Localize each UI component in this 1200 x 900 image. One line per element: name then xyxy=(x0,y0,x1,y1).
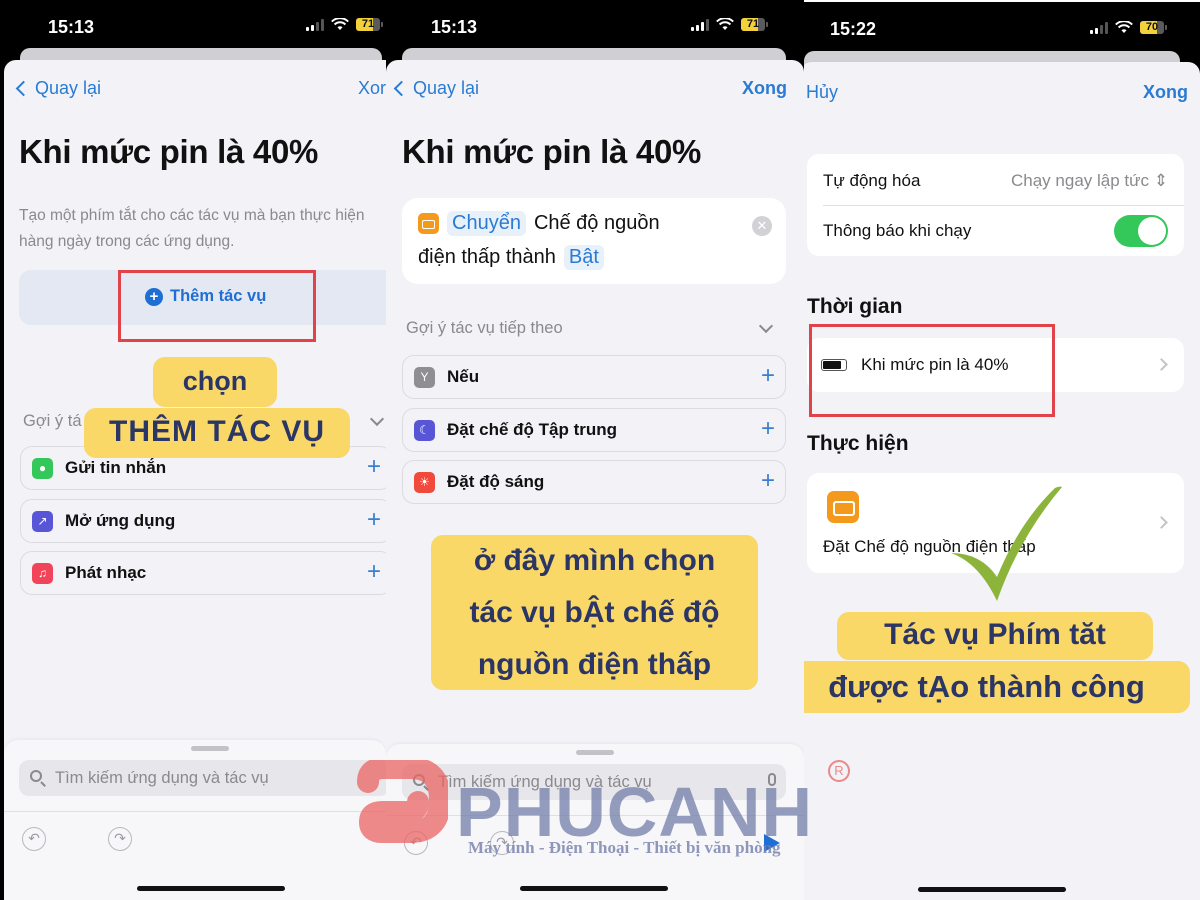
section-title-do: Thực hiện xyxy=(807,432,909,455)
status-time: 15:22 xyxy=(830,19,877,39)
editor-sheet: Quay lại Xong Khi mức pin là 40% Chuyển … xyxy=(386,60,804,900)
automation-mode-select[interactable]: Chạy ngay lập tức ⇕ xyxy=(1011,171,1168,191)
wifi-icon xyxy=(331,18,349,30)
moon-icon: ☾ xyxy=(414,419,435,441)
home-indicator xyxy=(918,887,1066,892)
chevron-left-icon xyxy=(15,80,32,97)
search-input[interactable]: Tìm kiếm ứng dụng và tác vụ xyxy=(402,764,786,800)
screen-1: 15:13 71 Quay lại Xor Khi mức pin là 40%… xyxy=(0,0,386,900)
add-icon[interactable]: + xyxy=(761,417,775,441)
cancel-button[interactable]: Hủy xyxy=(806,82,838,103)
brightness-icon: ☀ xyxy=(414,471,435,493)
add-icon[interactable]: + xyxy=(367,560,381,584)
battery-icon: 70 xyxy=(1140,21,1167,34)
highlight-box xyxy=(809,324,1055,417)
status-bar: 15:22 70 xyxy=(804,0,1200,50)
home-indicator xyxy=(520,886,668,891)
add-icon[interactable]: + xyxy=(367,508,381,532)
back-button[interactable]: Quay lại xyxy=(392,78,479,99)
search-input[interactable]: Tìm kiếm ứng dụng và tác vụ xyxy=(19,760,386,796)
back-button[interactable]: Quay lại xyxy=(14,78,101,99)
suggestion-item[interactable]: ☾ Đặt chế độ Tập trung + xyxy=(402,408,786,452)
wifi-icon xyxy=(716,18,734,30)
messages-icon: ● xyxy=(32,457,53,479)
status-bar: 15:13 71 xyxy=(0,0,386,50)
callout-annotation: Tác vụ Phím tăt xyxy=(837,612,1153,660)
automation-mode-row[interactable]: Tự động hóa Chạy ngay lập tức ⇕ xyxy=(823,171,1168,191)
editor-sheet: Quay lại Xor Khi mức pin là 40% Tạo một … xyxy=(4,60,386,900)
redo-button[interactable]: ↷ xyxy=(490,831,514,855)
redo-button[interactable]: ↷ xyxy=(108,827,132,851)
action-search-sheet: Tìm kiếm ứng dụng và tác vụ ↶ ↷ xyxy=(386,744,804,900)
add-icon[interactable]: + xyxy=(367,455,381,479)
page-title: Khi mức pin là 40% xyxy=(402,133,702,170)
microphone-icon[interactable] xyxy=(768,773,776,786)
sheet-grabber[interactable] xyxy=(576,750,614,755)
if-branch-icon: Y xyxy=(414,366,435,388)
cellular-signal-icon xyxy=(1090,21,1108,34)
done-button[interactable]: Xong xyxy=(742,78,787,99)
sheet-grabber[interactable] xyxy=(191,746,229,751)
checkmark-icon xyxy=(951,486,1062,601)
suggestion-item[interactable]: ↗ Mở ứng dụng + xyxy=(20,499,386,543)
cellular-signal-icon xyxy=(691,18,709,31)
suggestion-item[interactable]: Y Nếu + xyxy=(402,355,786,399)
music-icon: ♫ xyxy=(32,562,53,584)
notify-toggle[interactable] xyxy=(1114,215,1168,247)
wifi-icon xyxy=(1115,21,1133,33)
chevron-down-icon[interactable] xyxy=(369,411,385,427)
page-title: Khi mức pin là 40% xyxy=(19,133,319,170)
callout-annotation: ở đây mình chọn tác vụ bẬt chế độ nguồn … xyxy=(431,535,758,690)
callout-annotation: THÊM TÁC VỤ xyxy=(84,408,350,458)
status-bar: 15:13 71 xyxy=(386,0,804,50)
battery-icon: 71 xyxy=(356,18,383,31)
suggestion-item[interactable]: ♫ Phát nhạc + xyxy=(20,551,386,595)
search-icon xyxy=(412,773,430,791)
open-app-icon: ↗ xyxy=(32,510,53,532)
battery-icon: 71 xyxy=(741,18,768,31)
description: Tạo một phím tắt cho các tác vụ mà bạn t… xyxy=(19,207,365,250)
up-down-chevron-icon: ⇕ xyxy=(1153,171,1168,190)
undo-button[interactable]: ↶ xyxy=(22,827,46,851)
settings-group: Tự động hóa Chạy ngay lập tức ⇕ Thông bá… xyxy=(807,154,1184,256)
search-icon xyxy=(29,769,47,787)
suggestions-label: Gợi ý tá xyxy=(23,412,82,430)
chevron-right-icon xyxy=(1155,358,1168,371)
add-icon[interactable]: + xyxy=(761,364,775,388)
run-button[interactable] xyxy=(764,834,780,852)
status-time: 15:13 xyxy=(431,17,478,37)
home-indicator xyxy=(137,886,285,891)
chevron-down-icon[interactable] xyxy=(758,318,774,334)
done-button[interactable]: Xor xyxy=(358,78,386,99)
action-value-token[interactable]: Bật xyxy=(563,245,604,270)
cellular-signal-icon xyxy=(306,18,324,31)
section-title-time: Thời gian xyxy=(807,295,903,318)
chevron-right-icon xyxy=(1155,516,1168,529)
suggestion-item[interactable]: ☀ Đặt độ sáng + xyxy=(402,460,786,504)
highlight-box xyxy=(118,270,316,342)
suggestions-label: Gợi ý tác vụ tiếp theo xyxy=(406,319,563,337)
status-time: 15:13 xyxy=(48,17,95,37)
add-icon[interactable]: + xyxy=(761,469,775,493)
action-card[interactable]: Chuyển Chế độ nguồn điện thấp thành Bật … xyxy=(402,198,786,284)
screen-3: 15:22 70 Hủy Xong Tự động hóa Chạy ngay … xyxy=(804,0,1200,900)
callout-annotation: chọn xyxy=(153,357,277,407)
low-power-icon xyxy=(827,491,859,523)
undo-button[interactable]: ↶ xyxy=(404,831,428,855)
action-verb-token[interactable]: Chuyển xyxy=(447,211,526,236)
chevron-left-icon xyxy=(393,80,410,97)
automation-sheet: Hủy Xong Tự động hóa Chạy ngay lập tức ⇕… xyxy=(804,62,1200,900)
action-search-sheet: Tìm kiếm ứng dụng và tác vụ ↶ ↷ xyxy=(4,740,386,900)
done-button[interactable]: Xong xyxy=(1143,82,1188,103)
low-power-icon xyxy=(418,213,439,234)
screen-2: 15:13 71 Quay lại Xong Khi mức pin là 40… xyxy=(386,0,804,900)
callout-annotation: được tẠo thành công xyxy=(804,661,1190,713)
remove-action-button[interactable]: ✕ xyxy=(752,216,772,236)
